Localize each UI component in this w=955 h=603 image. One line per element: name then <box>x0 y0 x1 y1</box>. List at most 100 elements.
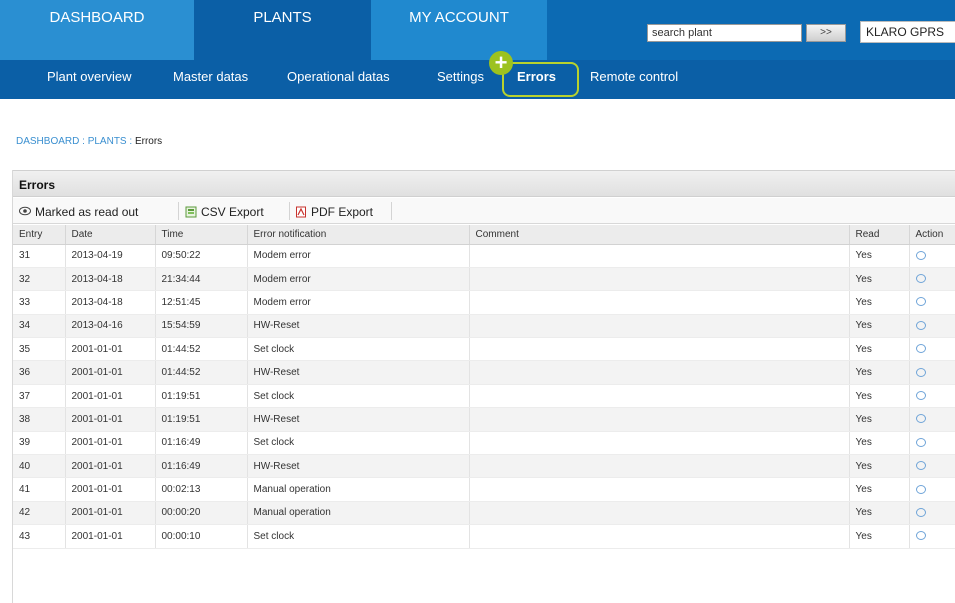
column-header-entry[interactable]: Entry <box>13 225 66 245</box>
cell-comment <box>469 431 850 456</box>
table-row[interactable]: 42 2001-01-01 00:00:20 Manual operation Yes <box>13 501 955 526</box>
cell-read: Yes <box>849 384 910 409</box>
comment-bubble-icon[interactable] <box>915 274 926 284</box>
table-row[interactable]: 38 2001-01-01 01:19:51 HW-Reset Yes <box>13 407 955 432</box>
cell-time: 01:44:52 <box>155 360 248 385</box>
breadcrumb-plants[interactable]: PLANTS <box>88 136 127 147</box>
table-row[interactable]: 36 2001-01-01 01:44:52 HW-Reset Yes <box>13 360 955 385</box>
comment-bubble-icon[interactable] <box>915 297 926 307</box>
cell-comment <box>469 454 850 479</box>
cell-action <box>909 337 955 362</box>
subnav-master-datas[interactable]: Master datas <box>173 69 248 84</box>
marked-read-button[interactable]: Marked as read out <box>19 204 138 219</box>
table-row[interactable]: 43 2001-01-01 00:00:10 Set clock Yes <box>13 524 955 549</box>
cell-date: 2001-01-01 <box>65 384 156 409</box>
tab-dashboard[interactable]: DASHBOARD <box>0 0 194 60</box>
tab-my-account[interactable]: MY ACCOUNT <box>371 0 547 60</box>
cell-time: 01:44:52 <box>155 337 248 362</box>
column-header-notification[interactable]: Error notification <box>247 225 470 245</box>
cell-action <box>909 454 955 479</box>
breadcrumb-dashboard[interactable]: DASHBOARD <box>16 136 79 147</box>
cell-time: 00:00:20 <box>155 501 248 526</box>
column-header-comment[interactable]: Comment <box>469 225 850 245</box>
cell-date: 2001-01-01 <box>65 337 156 362</box>
table-row[interactable]: 37 2001-01-01 01:19:51 Set clock Yes <box>13 384 955 409</box>
cell-comment <box>469 314 850 339</box>
search-plant-input[interactable] <box>647 24 802 42</box>
comment-bubble-icon[interactable] <box>915 391 926 401</box>
cell-notification: Set clock <box>247 524 470 549</box>
tab-plants[interactable]: PLANTS <box>194 0 371 60</box>
cell-read: Yes <box>849 360 910 385</box>
table-row[interactable]: 32 2013-04-18 21:34:44 Modem error Yes <box>13 267 955 292</box>
comment-bubble-icon[interactable] <box>915 507 926 517</box>
comment-bubble-icon[interactable] <box>915 367 926 377</box>
cell-date: 2001-01-01 <box>65 407 156 432</box>
errors-highlight-frame <box>502 62 579 97</box>
table-row[interactable]: 40 2001-01-01 01:16:49 HW-Reset Yes <box>13 454 955 479</box>
cell-comment <box>469 290 850 315</box>
comment-bubble-icon[interactable] <box>915 437 926 447</box>
cell-comment <box>469 407 850 432</box>
comment-bubble-icon[interactable] <box>915 414 926 424</box>
cell-date: 2001-01-01 <box>65 501 156 526</box>
cell-action <box>909 384 955 409</box>
errors-table: Entry Date Time Error notification Comme… <box>13 225 955 549</box>
column-header-read[interactable]: Read <box>849 225 910 245</box>
column-header-action[interactable]: Action <box>909 225 955 245</box>
table-row[interactable]: 39 2001-01-01 01:16:49 Set clock Yes <box>13 431 955 456</box>
breadcrumb: DASHBOARD : PLANTS : Errors <box>16 136 162 147</box>
comment-bubble-icon[interactable] <box>915 250 926 260</box>
tab-plants-label: PLANTS <box>253 9 312 26</box>
cell-entry: 38 <box>13 407 66 432</box>
cell-notification: Set clock <box>247 337 470 362</box>
table-row[interactable]: 33 2013-04-18 12:51:45 Modem error Yes <box>13 290 955 315</box>
comment-bubble-icon[interactable] <box>915 320 926 330</box>
cell-notification: Set clock <box>247 384 470 409</box>
cell-notification: Manual operation <box>247 477 470 502</box>
account-plant-selector[interactable]: KLARO GPRS <box>860 21 955 43</box>
cell-entry: 40 <box>13 454 66 479</box>
cell-date: 2001-01-01 <box>65 360 156 385</box>
pdf-export-button[interactable]: PDF Export <box>295 204 373 219</box>
cell-action <box>909 290 955 315</box>
tab-dashboard-label: DASHBOARD <box>49 9 145 26</box>
cell-notification: Set clock <box>247 431 470 456</box>
cell-notification: HW-Reset <box>247 360 470 385</box>
comment-bubble-icon[interactable] <box>915 531 926 541</box>
cell-entry: 32 <box>13 267 66 292</box>
column-header-time[interactable]: Time <box>155 225 248 245</box>
subnav-plant-overview[interactable]: Plant overview <box>47 69 132 84</box>
comment-bubble-icon[interactable] <box>915 484 926 494</box>
toolbar: Marked as read out CSV Export PDF Export <box>13 198 955 224</box>
column-header-date[interactable]: Date <box>65 225 156 245</box>
breadcrumb-current: Errors <box>134 136 163 147</box>
comment-bubble-icon[interactable] <box>915 344 926 354</box>
cell-time: 01:16:49 <box>155 454 248 479</box>
cell-entry: 37 <box>13 384 66 409</box>
table-row[interactable]: 34 2013-04-16 15:54:59 HW-Reset Yes <box>13 314 955 339</box>
subnav-remote-control[interactable]: Remote control <box>590 69 678 84</box>
cell-date: 2013-04-16 <box>65 314 156 339</box>
table-row[interactable]: 31 2013-04-19 09:50:22 Modem error Yes <box>13 244 955 268</box>
table-header-row: Entry Date Time Error notification Comme… <box>13 225 955 245</box>
subnav-settings[interactable]: Settings <box>437 69 484 84</box>
cell-action <box>909 244 955 268</box>
cell-date: 2001-01-01 <box>65 431 156 456</box>
csv-export-label: CSV Export <box>201 204 264 219</box>
cell-entry: 33 <box>13 290 66 315</box>
comment-bubble-icon[interactable] <box>915 461 926 471</box>
cell-time: 12:51:45 <box>155 290 248 315</box>
toolbar-divider <box>391 202 392 220</box>
table-row[interactable]: 35 2001-01-01 01:44:52 Set clock Yes <box>13 337 955 362</box>
marked-read-label: Marked as read out <box>35 204 139 219</box>
cell-entry: 43 <box>13 524 66 549</box>
cell-time: 00:00:10 <box>155 524 248 549</box>
subnav-operational-datas[interactable]: Operational datas <box>287 69 390 84</box>
search-button[interactable]: >> <box>806 24 846 42</box>
csv-export-button[interactable]: CSV Export <box>185 204 264 219</box>
cell-time: 01:16:49 <box>155 431 248 456</box>
table-row[interactable]: 41 2001-01-01 00:02:13 Manual operation Yes <box>13 477 955 502</box>
cell-time: 21:34:44 <box>155 267 248 292</box>
cell-notification: Modem error <box>247 267 470 292</box>
